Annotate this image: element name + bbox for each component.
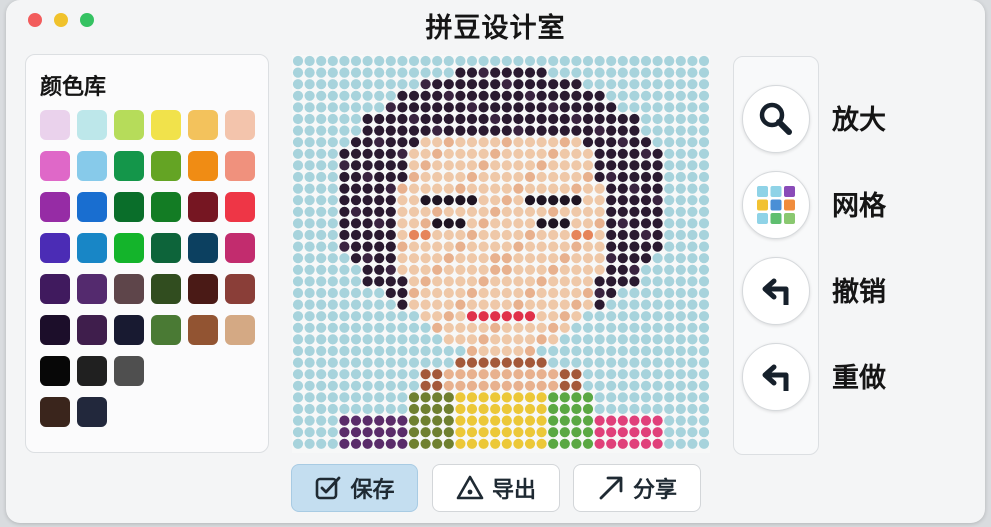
color-swatch[interactable] bbox=[77, 356, 107, 386]
color-swatch[interactable] bbox=[114, 233, 144, 263]
color-swatch[interactable] bbox=[114, 356, 144, 386]
color-swatch[interactable] bbox=[77, 315, 107, 345]
tool-panel bbox=[733, 56, 819, 455]
color-swatch[interactable] bbox=[225, 110, 255, 140]
color-swatch[interactable] bbox=[151, 315, 181, 345]
bead-grid[interactable] bbox=[292, 55, 710, 453]
color-swatch[interactable] bbox=[225, 192, 255, 222]
zoom-label: 放大 bbox=[832, 105, 886, 136]
color-palette-panel: 颜色库 bbox=[25, 54, 269, 453]
color-swatch[interactable] bbox=[188, 315, 218, 345]
color-swatch[interactable] bbox=[40, 356, 70, 386]
magnifier-icon bbox=[759, 102, 792, 135]
grid-icon bbox=[757, 186, 795, 224]
color-swatch[interactable] bbox=[77, 192, 107, 222]
redo-button[interactable] bbox=[742, 343, 810, 411]
redo-arrow-icon bbox=[762, 364, 789, 391]
color-swatch[interactable] bbox=[114, 151, 144, 181]
color-swatch[interactable] bbox=[40, 397, 70, 427]
color-swatch[interactable] bbox=[114, 315, 144, 345]
warning-triangle-icon bbox=[456, 475, 484, 500]
grid-button[interactable] bbox=[742, 171, 810, 239]
share-label: 分享 bbox=[632, 478, 677, 503]
color-swatch[interactable] bbox=[151, 151, 181, 181]
color-swatch[interactable] bbox=[225, 315, 255, 345]
color-swatch[interactable] bbox=[188, 192, 218, 222]
color-swatch[interactable] bbox=[151, 233, 181, 263]
color-swatch[interactable] bbox=[225, 151, 255, 181]
color-swatch[interactable] bbox=[151, 110, 181, 140]
window-title: 拼豆设计室 bbox=[425, 13, 566, 44]
color-swatch[interactable] bbox=[40, 151, 70, 181]
undo-label: 撤销 bbox=[832, 277, 886, 308]
color-swatch[interactable] bbox=[225, 274, 255, 304]
grid-label: 网格 bbox=[832, 191, 886, 222]
bead-canvas[interactable] bbox=[292, 55, 710, 453]
color-swatch[interactable] bbox=[114, 192, 144, 222]
color-swatch[interactable] bbox=[40, 110, 70, 140]
color-swatch[interactable] bbox=[188, 233, 218, 263]
undo-button[interactable] bbox=[742, 257, 810, 325]
color-swatch[interactable] bbox=[151, 274, 181, 304]
color-swatch[interactable] bbox=[151, 192, 181, 222]
color-swatch[interactable] bbox=[188, 274, 218, 304]
color-swatch[interactable] bbox=[225, 233, 255, 263]
color-swatch[interactable] bbox=[77, 274, 107, 304]
color-swatch[interactable] bbox=[114, 110, 144, 140]
app-window: 拼豆设计室 颜色库 放大 网格 撤销 重做 保存 导出 分享 bbox=[6, 0, 985, 523]
color-swatch[interactable] bbox=[77, 151, 107, 181]
color-swatch[interactable] bbox=[114, 274, 144, 304]
export-label: 导出 bbox=[491, 478, 536, 503]
color-swatch[interactable] bbox=[77, 233, 107, 263]
checkbox-icon bbox=[316, 476, 341, 500]
color-swatch[interactable] bbox=[188, 151, 218, 181]
save-button[interactable]: 保存 bbox=[291, 464, 418, 512]
save-label: 保存 bbox=[350, 478, 395, 503]
color-swatch[interactable] bbox=[40, 274, 70, 304]
redo-label: 重做 bbox=[832, 363, 886, 394]
palette-title: 颜色库 bbox=[40, 75, 107, 100]
color-swatch[interactable] bbox=[77, 110, 107, 140]
color-swatch[interactable] bbox=[40, 315, 70, 345]
diagonal-arrow-icon bbox=[599, 476, 623, 500]
zoom-button[interactable] bbox=[742, 85, 810, 153]
color-swatch[interactable] bbox=[77, 397, 107, 427]
share-button[interactable]: 分享 bbox=[573, 464, 701, 512]
export-button[interactable]: 导出 bbox=[432, 464, 560, 512]
color-swatch[interactable] bbox=[188, 110, 218, 140]
color-swatch[interactable] bbox=[40, 192, 70, 222]
undo-arrow-icon bbox=[762, 278, 789, 305]
color-swatch[interactable] bbox=[40, 233, 70, 263]
